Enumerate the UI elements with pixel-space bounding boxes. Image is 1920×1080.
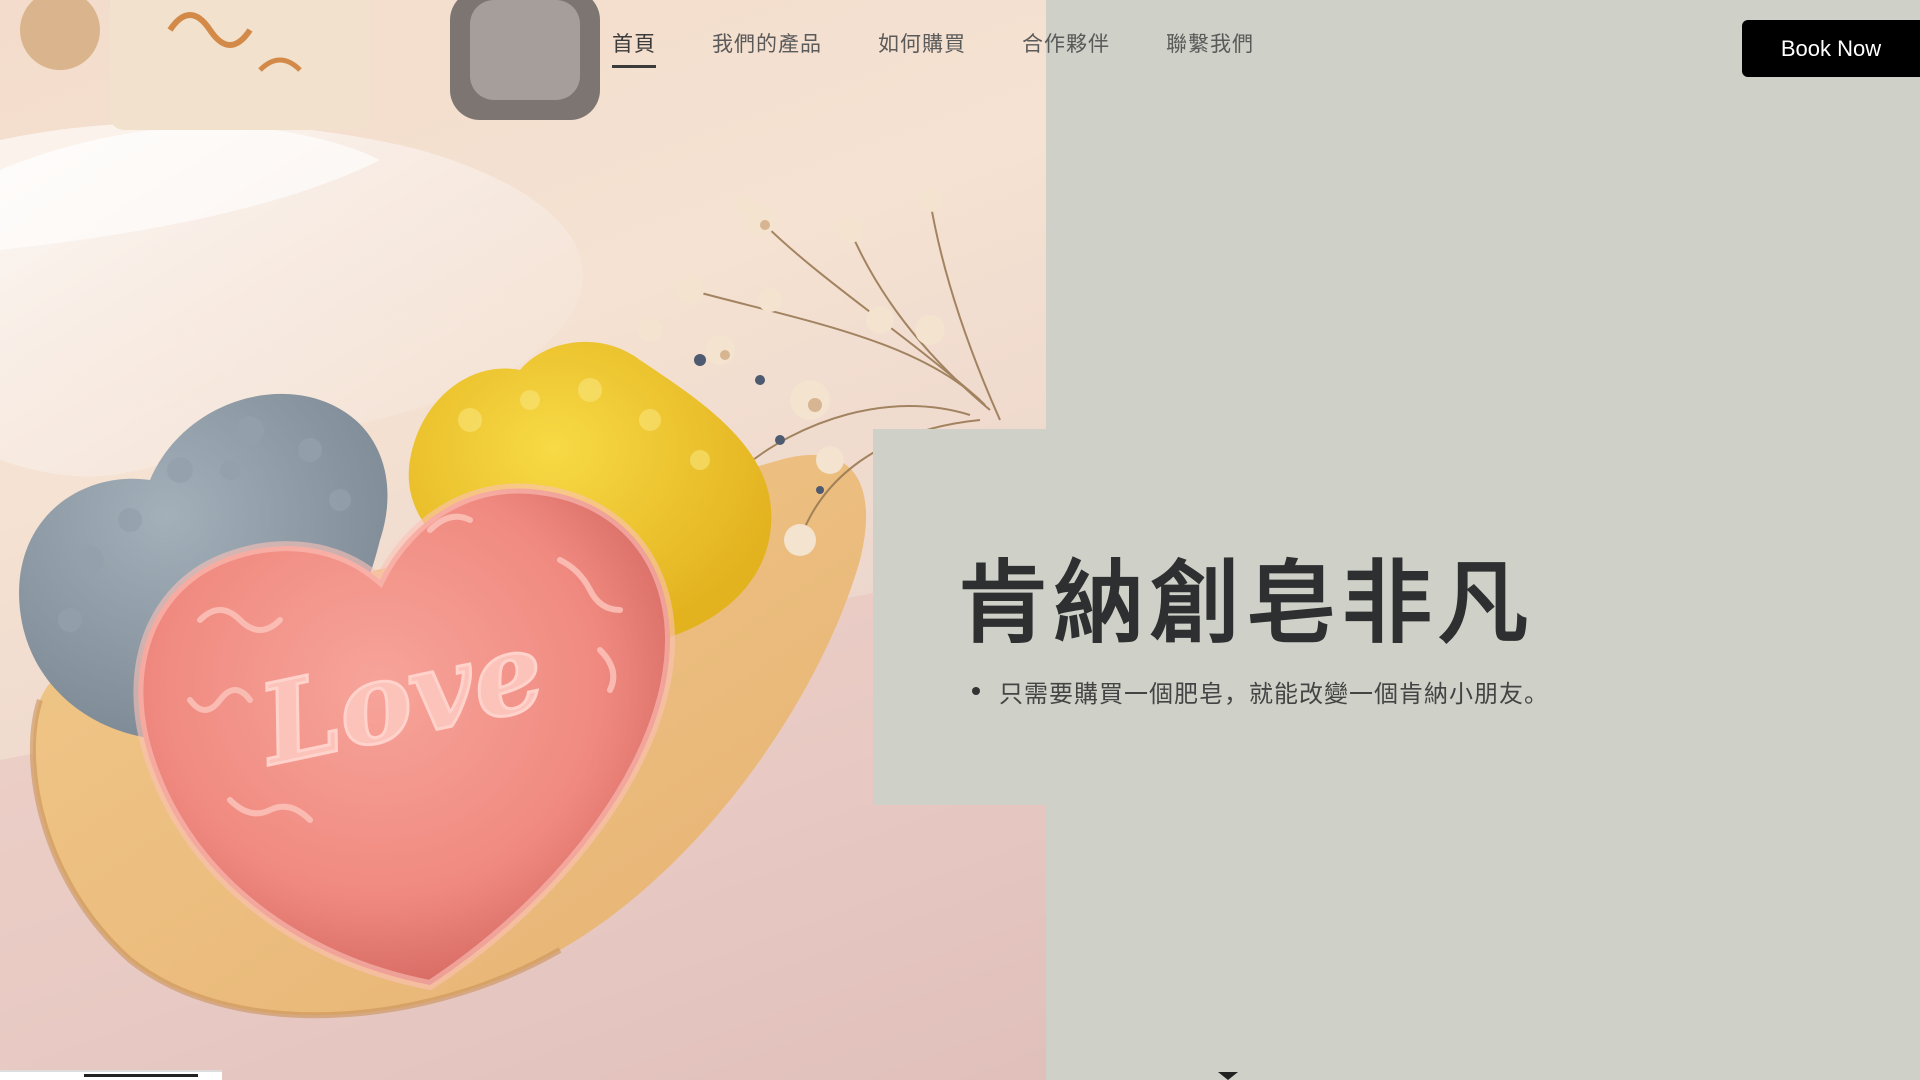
nav-item-products[interactable]: 我們的產品 <box>712 28 822 68</box>
nav-item-home[interactable]: 首頁 <box>612 28 656 68</box>
hero-bullet-list: 只需要購買一個肥皂，就能改變一個肯納小朋友。 <box>972 674 1549 709</box>
page: Love 首頁 我們的產品 如何購買 合作夥伴 聯繫我們 Book Now 肯納… <box>0 0 1920 1080</box>
nav-item-contact[interactable]: 聯繫我們 <box>1166 28 1254 68</box>
bottom-left-widget[interactable] <box>0 1070 222 1080</box>
hero-bullet-item: 只需要購買一個肥皂，就能改變一個肯納小朋友。 <box>972 674 1549 709</box>
main-nav: 首頁 我們的產品 如何購買 合作夥伴 聯繫我們 <box>612 28 1310 68</box>
nav-item-how-to-buy[interactable]: 如何購買 <box>878 28 966 68</box>
scroll-down-icon[interactable] <box>1218 1072 1238 1080</box>
book-now-button[interactable]: Book Now <box>1742 20 1920 77</box>
nav-item-partners[interactable]: 合作夥伴 <box>1022 28 1110 68</box>
hero-title: 肯納創皂非凡 <box>958 551 1534 656</box>
